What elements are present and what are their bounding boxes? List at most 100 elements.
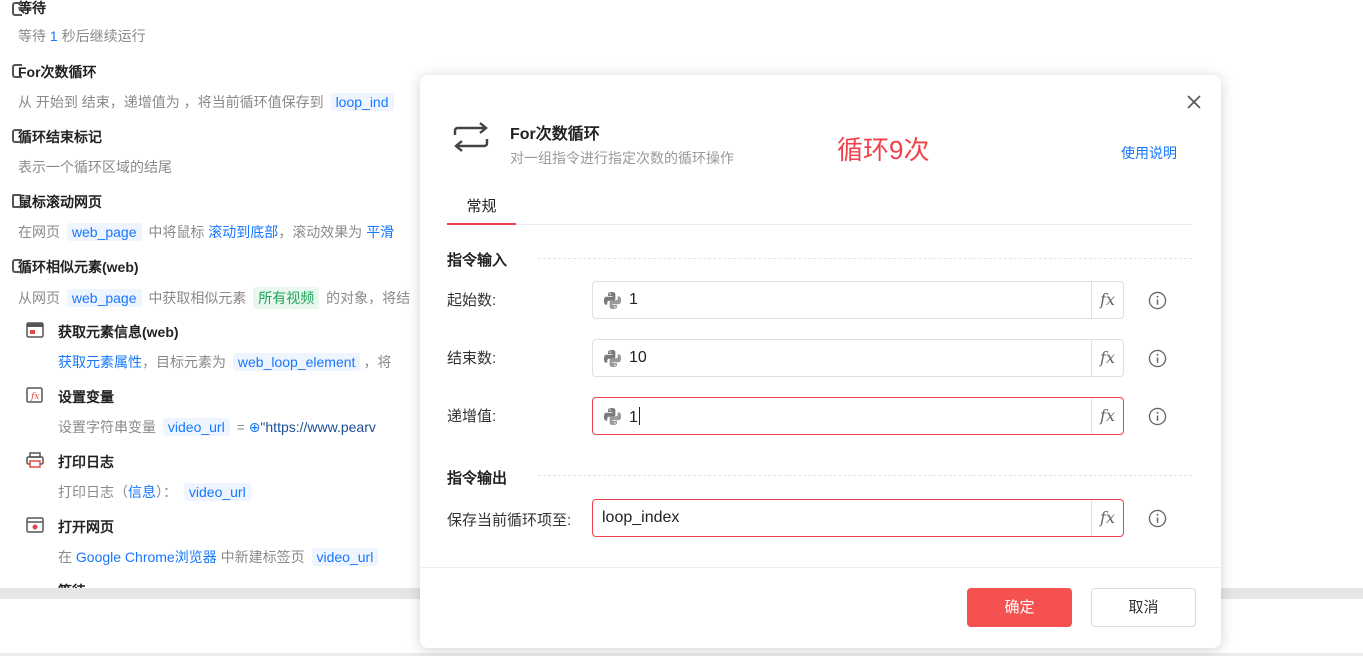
step-get-element-info[interactable]: 获取元素信息(web) 获取元素属性，目标元素为 web_loop_elemen… (26, 322, 391, 372)
save-variable-input[interactable]: loop_index fx (592, 499, 1124, 537)
step-title: 设置变量 (58, 389, 114, 405)
step-loop-similar[interactable]: 循环相似元素(web) 从网页 web_page 中获取相似元素 所有视频 的对… (12, 257, 410, 309)
desc-text: 在 (58, 549, 76, 565)
variable-tag: web_loop_element (232, 353, 361, 371)
step-title: 循环结束标记 (18, 129, 102, 145)
desc-text: 等待 (18, 28, 50, 44)
section-title-output: 指令输出 (447, 470, 508, 487)
footer-divider (420, 567, 1221, 568)
fx-icon[interactable]: fx (1091, 340, 1123, 376)
cancel-button[interactable]: 取消 (1091, 588, 1196, 627)
rule-icon (12, 259, 22, 273)
python-icon (603, 349, 622, 368)
save-label: 保存当前循环项至: (447, 512, 572, 529)
desc-text: 的对象，将结 (322, 290, 411, 306)
step-desc: 从 开始到 结束，递增值为 ，将当前循环值保存到 loop_ind (18, 92, 397, 112)
step-desc: 设置字符串变量 video_url = ⊕"https://www.pearv (58, 417, 376, 437)
desc-value: 1 (49, 28, 58, 44)
step-input[interactable]: 1 fx (592, 397, 1124, 435)
step-desc: 在网页 web_page 中将鼠标 滚动到底部，滚动效果为 平滑 (18, 222, 394, 242)
variable-tag: video_url (311, 548, 379, 566)
confirm-button[interactable]: 确定 (967, 588, 1072, 627)
step-title: 鼠标滚动网页 (18, 194, 102, 210)
printer-icon (26, 452, 44, 468)
step-open-page[interactable]: 打开网页 在 Google Chrome浏览器 中新建标签页 video_url (26, 517, 381, 567)
step-for-loop[interactable]: For次数循环 从 开始到 结束，递增值为 ，将当前循环值保存到 loop_in… (12, 62, 397, 112)
variable-tag: video_url (183, 483, 251, 501)
section-title-input: 指令输入 (447, 252, 508, 269)
step-value: 1 (629, 409, 638, 426)
step-desc: 从网页 web_page 中获取相似元素 所有视频 的对象，将结 (18, 287, 410, 309)
step-scroll-page[interactable]: 鼠标滚动网页 在网页 web_page 中将鼠标 滚动到底部，滚动效果为 平滑 (12, 192, 394, 242)
info-icon[interactable] (1148, 349, 1167, 368)
save-value: loop_index (602, 509, 680, 526)
loop-icon (453, 122, 489, 152)
python-icon (603, 407, 622, 426)
variable-icon: fx (26, 387, 43, 403)
desc-link: 获取元素属性 (58, 354, 142, 370)
desc-text: = (232, 419, 249, 435)
desc-link: Google Chrome浏览器 (75, 549, 217, 565)
desc-text: 打印日志（ (58, 484, 128, 500)
step-title: 打印日志 (58, 454, 114, 470)
tab-bar: 常规 (447, 193, 1192, 225)
variable-tag: web_page (66, 223, 142, 241)
section-divider (538, 475, 1192, 476)
tab-general[interactable]: 常规 (447, 193, 516, 225)
close-icon[interactable] (1185, 93, 1203, 111)
step-wait[interactable]: 等待 等待 1 秒后继续运行 (12, 0, 146, 46)
dialog-subtitle: 对一组指令进行指定次数的循环操作 (510, 150, 734, 166)
end-value: 10 (629, 349, 647, 366)
desc-text: 中将鼠标 (144, 224, 209, 240)
step-print-log[interactable]: 打印日志 打印日志（信息）： video_url (26, 452, 254, 502)
python-icon (603, 291, 622, 310)
rule-icon (12, 64, 22, 78)
desc-text: ，滚动效果为 (278, 224, 367, 240)
desc-text: 设置字符串变量 (58, 419, 160, 435)
step-desc: 打印日志（信息）： video_url (58, 482, 254, 502)
step-title: For次数循环 (18, 64, 97, 80)
rule-icon (12, 129, 22, 143)
end-input[interactable]: 10 fx (592, 339, 1124, 377)
desc-text: 从网页 (18, 290, 64, 306)
desc-text: ）： (156, 484, 181, 500)
variable-tag: web_page (66, 289, 142, 307)
step-desc: 等待 1 秒后继续运行 (18, 26, 146, 46)
desc-text: 表示一个循环区域的结尾 (18, 159, 172, 175)
desc-text: ，目标元素为 (142, 354, 230, 370)
desc-text: 从 开始到 结束，递增值为 ，将当前循环值保存到 (18, 94, 328, 110)
step-desc: 表示一个循环区域的结尾 (18, 157, 172, 177)
info-icon[interactable] (1148, 407, 1167, 426)
info-icon[interactable] (1148, 291, 1167, 310)
step-title: 打开网页 (58, 519, 114, 535)
start-input[interactable]: 1 fx (592, 281, 1124, 319)
help-link[interactable]: 使用说明 (1121, 143, 1177, 163)
end-label: 结束数: (447, 350, 497, 367)
desc-text: 在网页 (18, 224, 64, 240)
step-title: 等待 (18, 0, 46, 16)
step-label: 递增值: (447, 408, 497, 425)
for-loop-dialog: For次数循环 对一组指令进行指定次数的循环操作 循环9次 使用说明 常规 指令… (420, 75, 1221, 648)
start-value: 1 (629, 291, 638, 308)
step-title: 循环相似元素(web) (18, 259, 139, 275)
section-divider (538, 258, 1192, 259)
browser-icon (26, 517, 44, 533)
step-set-variable[interactable]: fx 设置变量 设置字符串变量 video_url = ⊕"https://ww… (26, 387, 376, 437)
desc-link: 信息 (128, 484, 156, 500)
desc-link: 平滑 (366, 224, 395, 240)
variable-tag: video_url (162, 418, 230, 436)
fx-icon[interactable]: fx (1091, 282, 1123, 318)
fx-icon[interactable]: fx (1091, 500, 1123, 536)
element-info-icon (26, 322, 44, 338)
step-value-wrap: 1 (629, 407, 640, 427)
desc-string: "https://www.pearv (260, 419, 376, 435)
element-tag: 所有视频 (253, 287, 320, 309)
info-icon[interactable] (1148, 509, 1167, 528)
step-loop-end[interactable]: 循环结束标记 表示一个循环区域的结尾 (12, 127, 172, 177)
text-caret (638, 407, 640, 425)
start-label: 起始数: (447, 292, 497, 309)
rule-icon (12, 194, 22, 208)
desc-text: 中新建标签页 (216, 549, 309, 565)
fx-icon[interactable]: fx (1091, 398, 1123, 434)
dialog-title: For次数循环 (510, 126, 600, 143)
